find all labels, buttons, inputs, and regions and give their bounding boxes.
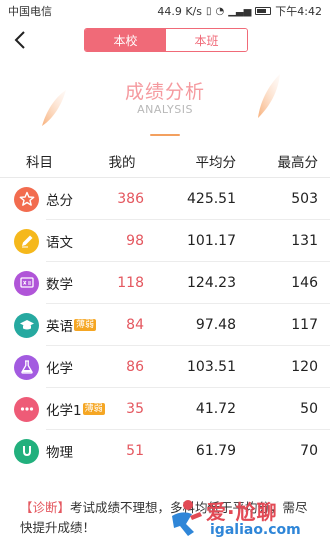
page-subtitle: ANALYSIS bbox=[137, 103, 193, 116]
battery-icon bbox=[255, 7, 272, 15]
my-score: 35 bbox=[126, 401, 144, 417]
subject-cell: 总分 bbox=[0, 186, 96, 212]
my-score: 118 bbox=[117, 275, 144, 291]
diagnosis-tag: 【诊断】 bbox=[20, 500, 71, 515]
tab-school[interactable]: 本校 bbox=[85, 29, 166, 51]
average-score: 97.48 bbox=[195, 317, 236, 333]
subject-name: 物理 bbox=[46, 445, 73, 461]
table-row[interactable]: 化学 86 103.51 120 bbox=[0, 346, 330, 388]
average-score: 124.23 bbox=[187, 275, 236, 291]
table-row[interactable]: 数学 118 124.23 146 bbox=[0, 262, 330, 304]
my-score: 386 bbox=[117, 191, 144, 207]
column-average: 平均分 bbox=[195, 154, 237, 171]
subject-cell: 英语 薄弱 bbox=[0, 312, 97, 338]
carrier-label: 中国电信 bbox=[8, 5, 52, 18]
score-table: 总分 386 425.51 503 语文 98 101.17 131 数学 11… bbox=[0, 178, 330, 472]
subject-cell: 数学 bbox=[0, 270, 96, 296]
max-score: 503 bbox=[291, 191, 318, 207]
table-row[interactable]: 物理 51 61.79 70 bbox=[0, 430, 330, 472]
subject-name: 总分 bbox=[46, 193, 73, 209]
page-title: 成绩分析 bbox=[124, 81, 205, 103]
scope-switch: 本校 本班 bbox=[84, 28, 248, 52]
subject-name: 语文 bbox=[46, 235, 73, 251]
graduation-cap-icon bbox=[14, 312, 39, 338]
subject-name: 化学1 bbox=[46, 403, 82, 419]
chevron-left-icon bbox=[14, 31, 25, 49]
title-underline bbox=[150, 134, 180, 136]
average-score: 101.17 bbox=[187, 233, 236, 249]
watermark-cn: 爱·尬聊 bbox=[206, 500, 278, 524]
average-score: 61.79 bbox=[195, 443, 236, 459]
table-row[interactable]: 英语 薄弱 84 97.48 117 bbox=[0, 304, 330, 346]
subject-cell: 语文 bbox=[0, 228, 96, 254]
my-score: 51 bbox=[126, 443, 144, 459]
subject-name: 英语 bbox=[46, 319, 73, 335]
vibrate-icon: ▯ bbox=[205, 5, 212, 17]
signal-icon: ▁▃▅ bbox=[228, 5, 252, 17]
max-score: 50 bbox=[300, 401, 318, 417]
status-bar: 中国电信 44.9 K/s ▯ ◔ ▁▃▅ 下午4:42 bbox=[0, 0, 330, 22]
column-subject: 科目 bbox=[26, 154, 53, 171]
clock: 下午4:42 bbox=[275, 5, 322, 18]
my-score: 98 bbox=[126, 233, 144, 249]
column-max: 最高分 bbox=[277, 154, 319, 171]
max-score: 131 bbox=[291, 233, 318, 249]
flask-icon bbox=[14, 354, 39, 380]
max-score: 117 bbox=[291, 317, 318, 333]
back-button[interactable] bbox=[10, 28, 32, 52]
magnet-icon bbox=[14, 438, 39, 464]
math-board-icon bbox=[14, 270, 39, 296]
nav-bar: 本校 本班 bbox=[0, 22, 330, 58]
average-score: 425.51 bbox=[187, 191, 236, 207]
table-row[interactable]: 总分 386 425.51 503 bbox=[0, 178, 330, 220]
status-right: 44.9 K/s ▯ ◔ ▁▃▅ 下午4:42 bbox=[157, 3, 322, 19]
average-score: 103.51 bbox=[187, 359, 236, 375]
subject-name: 数学 bbox=[46, 277, 73, 293]
weak-badge: 薄弱 bbox=[74, 319, 97, 331]
dots-icon bbox=[14, 396, 39, 422]
analysis-header: 成绩分析 ANALYSIS bbox=[0, 58, 330, 144]
star-icon bbox=[14, 186, 39, 212]
max-score: 70 bbox=[300, 443, 318, 459]
tab-class[interactable]: 本班 bbox=[166, 29, 247, 51]
column-mine: 我的 bbox=[108, 154, 136, 171]
subject-cell: 化学1 薄弱 bbox=[0, 396, 105, 422]
subject-name: 化学 bbox=[46, 361, 73, 377]
pen-icon bbox=[14, 228, 39, 254]
max-score: 120 bbox=[291, 359, 318, 375]
subject-cell: 化学 bbox=[0, 354, 96, 380]
max-score: 146 bbox=[291, 275, 318, 291]
average-score: 41.72 bbox=[195, 401, 236, 417]
network-speed: 44.9 K/s bbox=[157, 4, 202, 18]
table-header: 科目 我的 平均分 最高分 bbox=[0, 144, 330, 178]
table-row[interactable]: 语文 98 101.17 131 bbox=[0, 220, 330, 262]
table-row[interactable]: 化学1 薄弱 35 41.72 50 bbox=[0, 388, 330, 430]
watermark: 爱·尬聊 igaliao.com bbox=[166, 494, 322, 544]
my-score: 84 bbox=[126, 317, 144, 333]
subject-cell: 物理 bbox=[0, 438, 96, 464]
wifi-icon: ◔ bbox=[215, 5, 225, 17]
runner-logo-icon bbox=[172, 500, 202, 536]
watermark-en: igaliao.com bbox=[210, 522, 301, 538]
my-score: 86 bbox=[126, 359, 144, 375]
